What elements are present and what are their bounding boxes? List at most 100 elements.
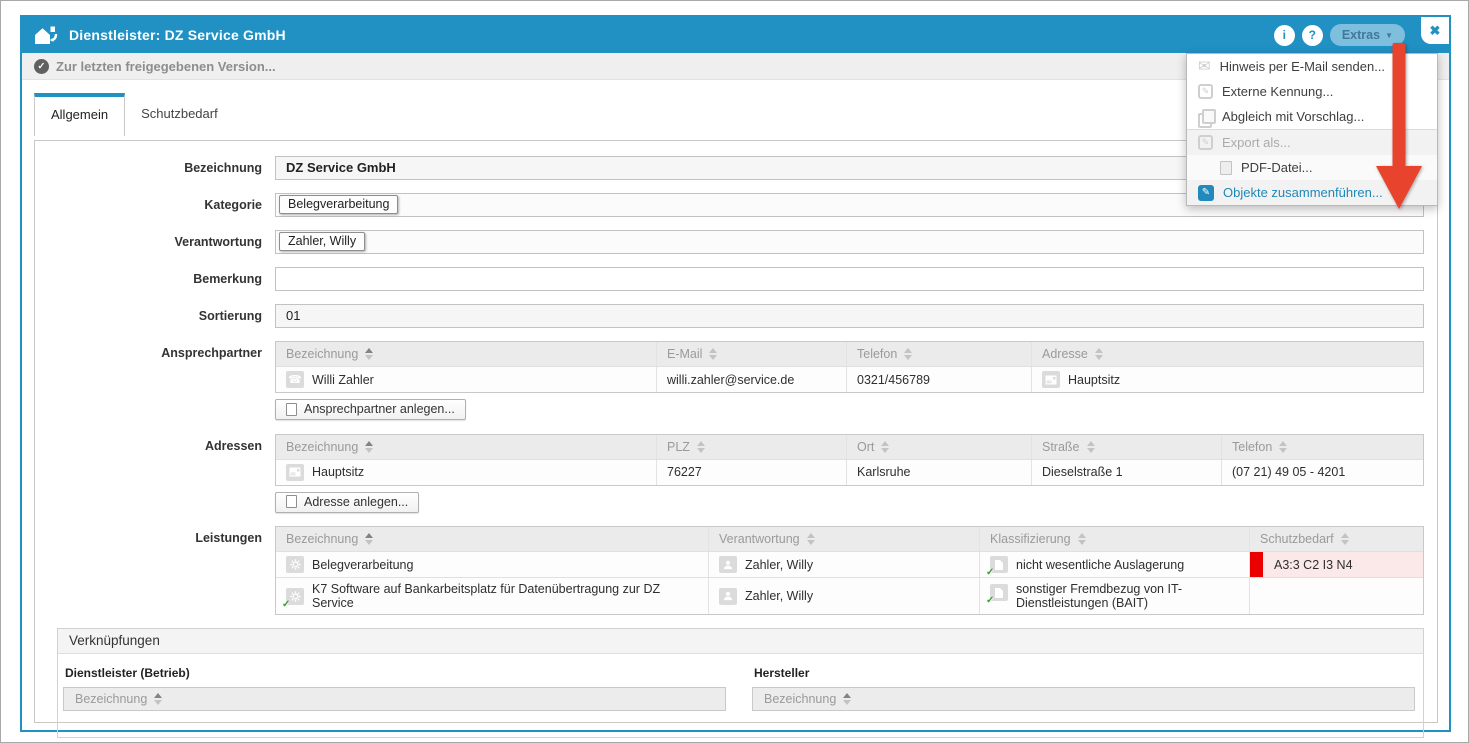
dienstleister-house-icon bbox=[34, 25, 59, 46]
hersteller-table-header[interactable]: Bezeichnung bbox=[752, 687, 1415, 711]
table-row[interactable]: Belegverarbeitung Zahler, Willy ✓ nicht … bbox=[276, 551, 1423, 577]
verknuepfungen-title: Verknüpfungen bbox=[58, 629, 1423, 654]
column-header-adresse[interactable]: Adresse bbox=[1031, 342, 1423, 366]
column-label: Schutzbedarf bbox=[1260, 532, 1334, 546]
sortierung-value: 01 bbox=[286, 308, 300, 323]
menu-item-label: Abgleich mit Vorschlag... bbox=[1222, 109, 1364, 124]
sort-icon bbox=[1341, 533, 1349, 545]
button-label: Ansprechpartner anlegen... bbox=[304, 402, 455, 416]
screenshot-frame: Dienstleister: DZ Service GmbH i ? Extra… bbox=[0, 0, 1469, 743]
envelope-icon: ✉ bbox=[1198, 59, 1211, 74]
column-header-bezeichnung[interactable]: Bezeichnung bbox=[276, 342, 656, 366]
menu-item-hinweis-email[interactable]: ✉ Hinweis per E-Mail senden... bbox=[1187, 54, 1437, 79]
new-document-icon bbox=[286, 403, 297, 416]
verantwortung-field[interactable]: Zahler, Willy bbox=[275, 230, 1424, 254]
verknuepfungen-body: Dienstleister (Betrieb) Bezeichnung Hers… bbox=[58, 654, 1423, 737]
extras-button[interactable]: Extras ▼ bbox=[1330, 24, 1405, 46]
column-label: Telefon bbox=[857, 347, 897, 361]
leistung-schutzbedarf: A3:3 C2 I3 N4 bbox=[1274, 558, 1353, 572]
sortierung-field[interactable]: 01 bbox=[275, 304, 1424, 328]
section-label: Ansprechpartner bbox=[35, 341, 275, 360]
kategorie-chip[interactable]: Belegverarbeitung bbox=[279, 195, 398, 214]
table-row[interactable]: ☎ Willi Zahler willi.zahler@service.de 0… bbox=[276, 366, 1423, 392]
menu-item-label: Externe Kennung... bbox=[1222, 84, 1333, 99]
leistung-bezeichnung: Belegverarbeitung bbox=[312, 558, 413, 572]
ansprechpartner-table: Bezeichnung E-Mail Telefon Adresse ☎ Wil… bbox=[275, 341, 1424, 393]
menu-item-pdf-datei[interactable]: PDF-Datei... bbox=[1187, 155, 1437, 180]
sort-icon bbox=[807, 533, 815, 545]
column-label: Verantwortung bbox=[719, 532, 800, 546]
copy-icon bbox=[1198, 109, 1213, 124]
merge-objects-icon: ✎ bbox=[1198, 185, 1214, 201]
sort-icon bbox=[1078, 533, 1086, 545]
column-header-bezeichnung[interactable]: Bezeichnung bbox=[276, 527, 708, 551]
column-header-telefon[interactable]: Telefon bbox=[846, 342, 1031, 366]
field-label: Sortierung bbox=[35, 304, 275, 323]
column-header-telefon[interactable]: Telefon bbox=[1221, 435, 1423, 459]
tab-schutzbedarf[interactable]: Schutzbedarf bbox=[125, 93, 234, 136]
column-header-strasse[interactable]: Straße bbox=[1031, 435, 1221, 459]
ansprechpartner-anlegen-button[interactable]: Ansprechpartner anlegen... bbox=[275, 399, 466, 420]
sort-icon bbox=[365, 533, 373, 545]
leistung-klassifizierung: sonstiger Fremdbezug von IT-Dienstleistu… bbox=[1016, 582, 1239, 610]
table-row[interactable]: Hauptsitz 76227 Karlsruhe Dieselstraße 1… bbox=[276, 459, 1423, 485]
pdf-file-icon bbox=[1220, 161, 1232, 175]
verantwortung-chip[interactable]: Zahler, Willy bbox=[279, 232, 365, 251]
menu-item-abgleich-vorschlag[interactable]: Abgleich mit Vorschlag... bbox=[1187, 104, 1437, 129]
sort-icon bbox=[1087, 441, 1095, 453]
menu-group-export: ✎ Export als... PDF-Datei... ✎ Objekte z… bbox=[1187, 129, 1437, 205]
column-header-plz[interactable]: PLZ bbox=[656, 435, 846, 459]
adresse-anlegen-button[interactable]: Adresse anlegen... bbox=[275, 492, 419, 513]
sort-icon bbox=[904, 348, 912, 360]
address-icon bbox=[1042, 371, 1060, 388]
extras-dropdown-menu: ✉ Hinweis per E-Mail senden... ✎ Externe… bbox=[1186, 53, 1438, 206]
help-button[interactable]: ? bbox=[1302, 25, 1323, 46]
column-header-email[interactable]: E-Mail bbox=[656, 342, 846, 366]
page-title: Dienstleister: DZ Service GmbH bbox=[69, 27, 286, 43]
bemerkung-input[interactable] bbox=[275, 267, 1424, 291]
contact-icon: ☎ bbox=[286, 371, 304, 388]
tab-allgemein[interactable]: Allgemein bbox=[34, 93, 125, 136]
person-icon bbox=[719, 588, 737, 605]
service-gear-icon bbox=[286, 556, 304, 573]
menu-item-externe-kennung[interactable]: ✎ Externe Kennung... bbox=[1187, 79, 1437, 104]
sort-icon bbox=[1279, 441, 1287, 453]
section-label: Adressen bbox=[35, 434, 275, 453]
ansprechpartner-email: willi.zahler@service.de bbox=[667, 373, 794, 387]
column-label: Telefon bbox=[1232, 440, 1272, 454]
column-header-bezeichnung[interactable]: Bezeichnung bbox=[276, 435, 656, 459]
hersteller-label: Hersteller bbox=[754, 666, 1415, 680]
ansprechpartner-name: Willi Zahler bbox=[312, 373, 374, 387]
form-row-leistungen: Leistungen Bezeichnung Verantwortung Kla… bbox=[35, 526, 1424, 615]
section-label: Leistungen bbox=[35, 526, 275, 545]
dienstleister-betrieb-label: Dienstleister (Betrieb) bbox=[65, 666, 726, 680]
form-row-ansprechpartner: Ansprechpartner Bezeichnung E-Mail Telef… bbox=[35, 341, 1424, 421]
column-label: Ort bbox=[857, 440, 874, 454]
service-gear-icon: ✓ bbox=[286, 588, 304, 605]
column-header-verantwortung[interactable]: Verantwortung bbox=[708, 527, 979, 551]
check-icon: ✓ bbox=[986, 567, 994, 578]
dienstleister-betrieb-table-header[interactable]: Bezeichnung bbox=[63, 687, 726, 711]
field-label: Bemerkung bbox=[35, 267, 275, 286]
column-label: Adresse bbox=[1042, 347, 1088, 361]
extras-label: Extras bbox=[1342, 28, 1380, 42]
address-icon bbox=[286, 464, 304, 481]
menu-item-objekte-zusammenfuehren[interactable]: ✎ Objekte zusammenführen... bbox=[1187, 180, 1437, 205]
menu-item-label: Objekte zusammenführen... bbox=[1223, 185, 1383, 200]
sort-icon bbox=[365, 441, 373, 453]
sort-icon bbox=[1095, 348, 1103, 360]
info-button[interactable]: i bbox=[1274, 25, 1295, 46]
column-label: PLZ bbox=[667, 440, 690, 454]
table-row[interactable]: ✓ K7 Software auf Bankarbeitsplatz für D… bbox=[276, 577, 1423, 614]
check-icon: ✓ bbox=[282, 599, 290, 610]
column-header-klassifizierung[interactable]: Klassifizierung bbox=[979, 527, 1249, 551]
column-header-schutzbedarf[interactable]: Schutzbedarf bbox=[1249, 527, 1423, 551]
leistung-bezeichnung: K7 Software auf Bankarbeitsplatz für Dat… bbox=[312, 582, 698, 610]
tab-bar: Allgemein Schutzbedarf bbox=[34, 93, 234, 136]
column-label: Bezeichnung bbox=[286, 440, 358, 454]
menu-item-export-als[interactable]: ✎ Export als... bbox=[1187, 130, 1437, 155]
close-button[interactable]: ✖ bbox=[1421, 17, 1449, 44]
adresse-telefon: (07 21) 49 05 - 4201 bbox=[1232, 465, 1345, 479]
pencil-glyph: ✎ bbox=[1202, 137, 1210, 148]
column-header-ort[interactable]: Ort bbox=[846, 435, 1031, 459]
